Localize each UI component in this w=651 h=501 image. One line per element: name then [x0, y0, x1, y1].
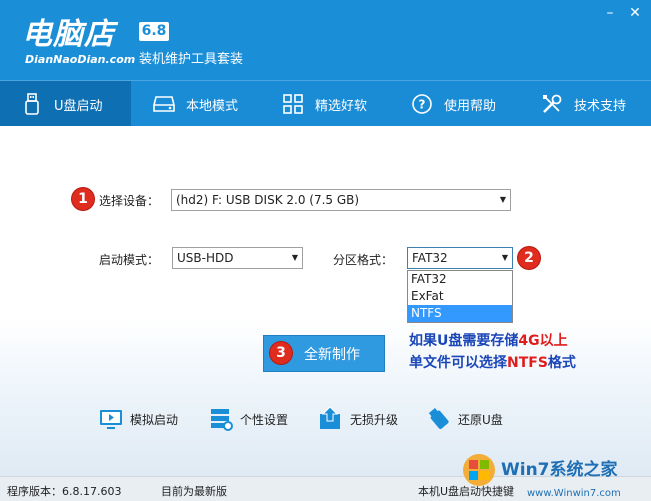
title-bar: 电脑店 DianNaoDian.com 6.8 装机维护工具套装 – ✕ — [0, 0, 651, 80]
app-logo: 电脑店 — [22, 17, 115, 52]
note-line1-highlight: 4G以上 — [518, 333, 568, 349]
tab-software[interactable]: 精选好软 — [281, 81, 367, 127]
site-watermark: Win7系统之家 www.Winwin7.com — [457, 448, 651, 501]
hard-disk-icon — [152, 92, 176, 116]
upgrade-icon — [318, 406, 344, 432]
update-status: 目前为最新版 — [161, 485, 227, 498]
tab-help[interactable]: ? 使用帮助 — [410, 81, 496, 127]
boot-mode-value: USB-HDD — [177, 251, 234, 265]
chevron-down-icon: ▼ — [501, 253, 508, 262]
step-2-badge: 2 — [518, 247, 540, 269]
ntfs-note: 如果U盘需要存储4G以上 单文件可以选择NTFS格式 — [409, 330, 576, 374]
tool-label: 还原U盘 — [458, 412, 503, 427]
minimize-button[interactable]: – — [600, 4, 620, 22]
app-tagline: 装机维护工具套装 — [139, 52, 244, 67]
partition-label: 分区格式： — [333, 253, 394, 267]
chevron-down-icon: ▼ — [499, 195, 506, 204]
tab-tech-support[interactable]: 技术支持 — [540, 81, 626, 127]
chevron-down-icon: ▼ — [291, 253, 298, 262]
boot-mode-select[interactable]: USB-HDD ▼ — [172, 247, 303, 269]
tab-local-mode[interactable]: 本地模式 — [152, 81, 238, 127]
tab-label: 本地模式 — [186, 98, 239, 114]
device-select-value: (hd2) F: USB DISK 2.0 (7.5 GB) — [176, 193, 360, 207]
tool-label: 无损升级 — [350, 412, 399, 427]
usb-drive-icon — [20, 92, 44, 116]
note-line2: 单文件可以选择 — [409, 355, 507, 371]
partition-option-selected[interactable]: NTFS — [408, 305, 512, 322]
tool-label: 模拟启动 — [130, 412, 179, 427]
watermark-url: www.Winwin7.com — [527, 488, 621, 499]
note-line1: 如果U盘需要存储 — [409, 333, 519, 349]
tab-label: 精选好软 — [315, 98, 368, 114]
partition-option[interactable]: FAT32 — [408, 271, 512, 288]
device-select[interactable]: (hd2) F: USB DISK 2.0 (7.5 GB) ▼ — [171, 189, 511, 211]
close-button[interactable]: ✕ — [625, 4, 645, 22]
partition-value: FAT32 — [412, 251, 448, 265]
step-1-badge: 1 — [72, 188, 94, 210]
usb-restore-icon — [426, 406, 452, 432]
personal-settings-button[interactable]: 个性设置 — [208, 406, 288, 432]
upgrade-button[interactable]: 无损升级 — [318, 406, 398, 432]
simulate-boot-button[interactable]: 模拟启动 — [98, 406, 178, 432]
server-settings-icon — [208, 406, 234, 432]
version-badge: 6.8 — [139, 22, 169, 41]
grid-apps-icon — [281, 92, 305, 116]
monitor-icon — [98, 406, 124, 432]
tab-label: 使用帮助 — [444, 98, 497, 114]
note-line2-end: 格式 — [547, 355, 576, 371]
tools-icon — [540, 92, 564, 116]
device-label: 选择设备： — [99, 194, 160, 208]
restore-usb-button[interactable]: 还原U盘 — [426, 406, 503, 432]
tab-usb-boot[interactable]: U盘启动 — [0, 81, 131, 127]
boot-mode-label: 启动模式： — [99, 253, 160, 267]
partition-dropdown-list: FAT32 ExFat NTFS — [407, 270, 513, 323]
main-nav: U盘启动 本地模式 精选好软 ? 使用帮助 技术支持 — [0, 80, 651, 127]
partition-select[interactable]: FAT32 ▼ — [407, 247, 513, 269]
partition-option[interactable]: ExFat — [408, 288, 512, 305]
app-logo-subtitle: DianNaoDian.com — [25, 53, 136, 66]
help-icon: ? — [410, 92, 434, 116]
svg-text:?: ? — [419, 98, 426, 112]
create-usb-label: 全新制作 — [304, 346, 360, 363]
version-text: 程序版本：6.8.17.603 — [7, 485, 122, 498]
watermark-title: Win7系统之家 — [501, 459, 618, 480]
tab-label: 技术支持 — [574, 98, 627, 114]
note-line2-highlight: NTFS — [507, 355, 548, 371]
tab-label: U盘启动 — [54, 98, 103, 114]
tool-label: 个性设置 — [240, 412, 289, 427]
step-3-badge: 3 — [270, 342, 292, 364]
